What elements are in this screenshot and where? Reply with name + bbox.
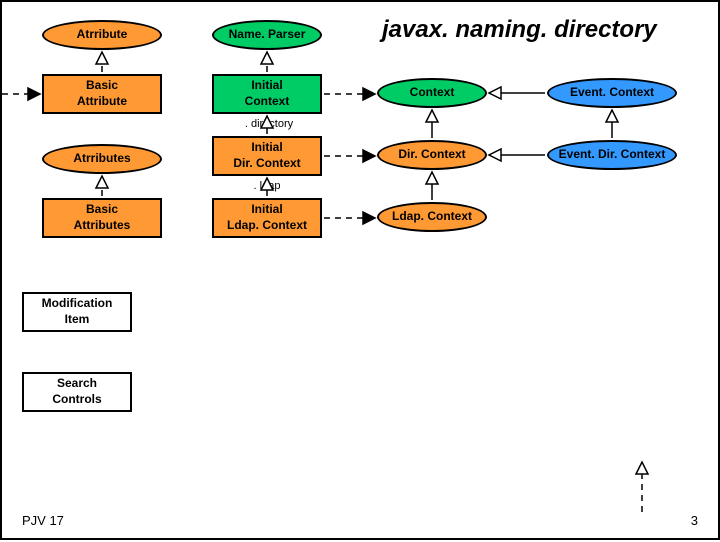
node-label-top: Basic xyxy=(44,78,160,94)
node-label-bot: Context xyxy=(214,94,320,110)
node-context: Context xyxy=(377,78,487,108)
node-label-top: Initial xyxy=(214,140,320,156)
pkg-label-ldap: . ldap xyxy=(242,180,292,192)
node-label-top: Basic xyxy=(44,202,160,218)
node-initial-ldapcontext: Initial Ldap. Context xyxy=(212,198,322,238)
footer-left: PJV 17 xyxy=(22,513,64,528)
node-label: Dir. Context xyxy=(379,147,485,163)
node-label-top: Modification xyxy=(24,296,130,312)
node-label: Name. Parser xyxy=(214,27,320,43)
node-nameparser: Name. Parser xyxy=(212,20,322,50)
node-label: Atrributes xyxy=(44,151,160,167)
node-label-top: Initial xyxy=(214,202,320,218)
node-event-context: Event. Context xyxy=(547,78,677,108)
node-initial-context: Initial Context xyxy=(212,74,322,114)
node-label-bot: Attributes xyxy=(44,218,160,234)
node-event-dircontext: Event. Dir. Context xyxy=(547,140,677,170)
node-dircontext: Dir. Context xyxy=(377,140,487,170)
node-label-bot: Attribute xyxy=(44,94,160,110)
node-label: Atrribute xyxy=(44,27,160,43)
node-search-controls: Search Controls xyxy=(22,372,132,412)
footer-right: 3 xyxy=(691,513,698,528)
node-label-top: Initial xyxy=(214,78,320,94)
node-attribute: Atrribute xyxy=(42,20,162,50)
node-label-bot: Ldap. Context xyxy=(214,218,320,234)
node-modification-item: Modification Item xyxy=(22,292,132,332)
node-attributes: Atrributes xyxy=(42,144,162,174)
node-label-bot: Controls xyxy=(24,392,130,408)
slide-frame: javax. naming. directory Atrribute Name.… xyxy=(0,0,720,540)
node-label-top: Search xyxy=(24,376,130,392)
node-label: Context xyxy=(379,85,485,101)
page-title: javax. naming. directory xyxy=(382,16,657,44)
node-label: Event. Context xyxy=(549,85,675,101)
node-label: Event. Dir. Context xyxy=(549,147,675,163)
node-ldapcontext: Ldap. Context xyxy=(377,202,487,232)
pkg-label-directory: . directory xyxy=(234,118,304,130)
node-basic-attribute: Basic Attribute xyxy=(42,74,162,114)
node-label-bot: Dir. Context xyxy=(214,156,320,172)
node-label-bot: Item xyxy=(24,312,130,328)
node-label: Ldap. Context xyxy=(379,209,485,225)
node-initial-dircontext: Initial Dir. Context xyxy=(212,136,322,176)
node-basic-attributes: Basic Attributes xyxy=(42,198,162,238)
